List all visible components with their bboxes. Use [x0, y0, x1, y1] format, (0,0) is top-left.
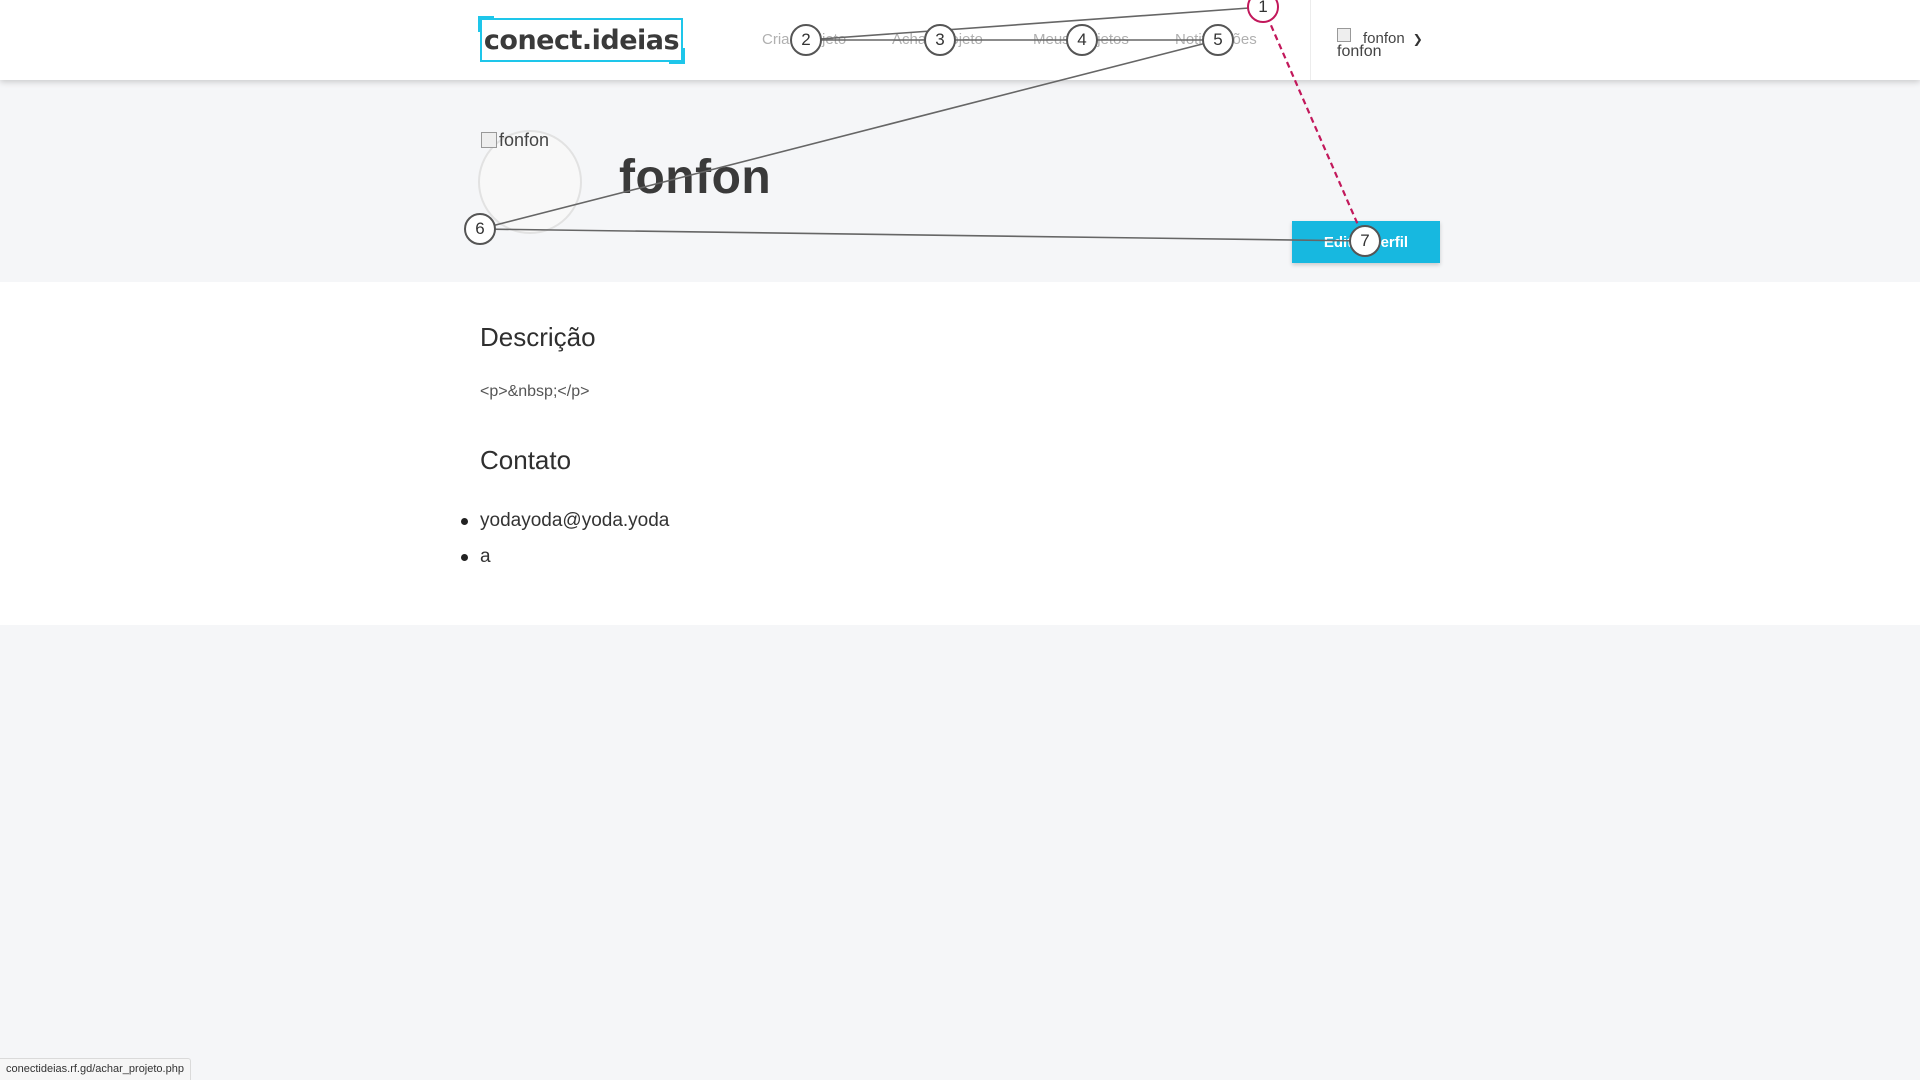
contact-item-email: yodayoda@yoda.yoda [460, 509, 669, 545]
profile-name: fonfon [619, 151, 772, 204]
chevron-down-icon[interactable]: ❯ [1413, 28, 1423, 50]
contact-heading: Contato [480, 445, 572, 475]
contact-item: a [460, 545, 669, 581]
broken-image-icon [481, 132, 497, 148]
top-navbar: conect.ideias Criar Projeto Achar Projet… [0, 0, 1920, 80]
contact-list: yodayoda@yoda.yoda a [460, 509, 669, 581]
site-logo[interactable]: conect.ideias [478, 16, 685, 64]
annotation-marker-5: 5 [1202, 24, 1234, 56]
logo-text: conect.ideias [483, 24, 680, 56]
annotation-marker-6: 6 [464, 213, 496, 245]
profile-avatar-alt: fonfon [481, 130, 549, 151]
user-avatar: fonfon [1337, 28, 1397, 60]
annotation-marker-7: 7 [1349, 225, 1381, 257]
annotation-marker-3: 3 [924, 24, 956, 56]
user-menu-dropdown[interactable]: fonfon fonfon ❯ [1337, 28, 1423, 60]
status-bar-url: conectideias.rf.gd/achar_projeto.php [0, 1058, 191, 1080]
profile-header: fonfon fonfon Editar Perfil [0, 80, 1920, 282]
profile-content: Descrição <p>&nbsp;</p> Contato yodayoda… [0, 282, 1920, 625]
user-avatar-alt-text: fonfon [1337, 43, 1382, 60]
annotation-marker-2: 2 [790, 24, 822, 56]
annotation-marker-4: 4 [1066, 24, 1098, 56]
description-heading: Descrição [480, 322, 596, 352]
nav-divider [1310, 0, 1311, 80]
profile-avatar-alt-text: fonfon [499, 130, 550, 150]
description-text: <p>&nbsp;</p> [480, 383, 590, 400]
broken-image-icon [1337, 28, 1351, 42]
